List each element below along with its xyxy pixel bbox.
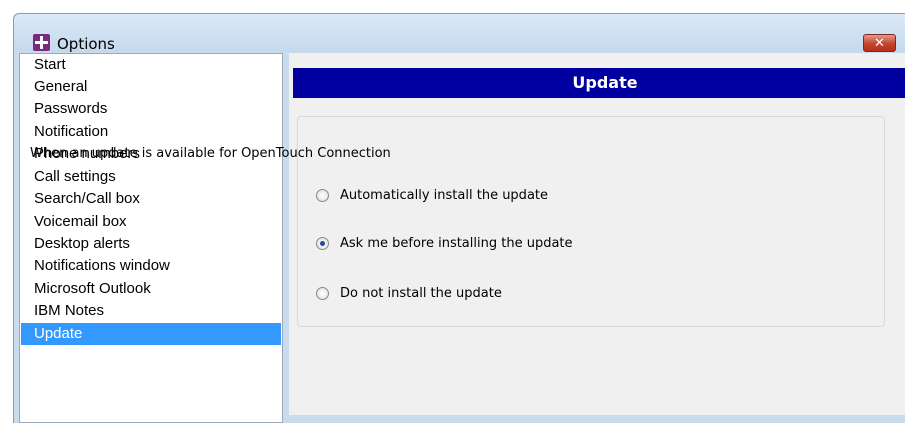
radio-button-icon[interactable] xyxy=(316,188,329,202)
sidebar-item-ibm-notes[interactable]: IBM Notes xyxy=(21,300,281,322)
radio-label[interactable]: Do not install the update xyxy=(340,286,502,301)
radio-label[interactable]: Automatically install the update xyxy=(340,188,548,203)
sidebar-item-call-settings[interactable]: Call settings xyxy=(21,166,281,188)
sidebar-item-notifications-window[interactable]: Notifications window xyxy=(21,255,281,277)
section-header: Update xyxy=(293,68,905,98)
app-icon xyxy=(33,34,50,51)
radio-button-checked-icon[interactable] xyxy=(316,236,329,250)
window-title: Options xyxy=(57,35,115,53)
radio-auto-install[interactable]: Automatically install the update xyxy=(316,186,548,204)
sidebar-item-update[interactable]: Update xyxy=(21,323,281,345)
sidebar-item-desktop-alerts[interactable]: Desktop alerts xyxy=(21,233,281,255)
close-button[interactable]: ✕ xyxy=(863,34,896,52)
sidebar-item-notification[interactable]: Notification xyxy=(21,121,281,143)
sidebar-item-start[interactable]: Start xyxy=(21,54,281,76)
radio-label[interactable]: Ask me before installing the update xyxy=(340,236,573,251)
title-bar[interactable]: Options ✕ xyxy=(14,14,905,53)
close-icon: ✕ xyxy=(874,35,885,50)
radio-button-icon[interactable] xyxy=(316,286,329,300)
sidebar-item-general[interactable]: General xyxy=(21,76,281,98)
radio-ask-before-install[interactable]: Ask me before installing the update xyxy=(316,234,573,252)
sidebar-item-search-call-box[interactable]: Search/Call box xyxy=(21,188,281,210)
radio-do-not-install[interactable]: Do not install the update xyxy=(316,284,502,302)
sidebar-item-passwords[interactable]: Passwords xyxy=(21,98,281,120)
options-category-list[interactable]: Start General Passwords Notification Pho… xyxy=(19,53,283,423)
update-prompt-text: When an update is available for OpenTouc… xyxy=(30,146,391,161)
sidebar-item-voicemail-box[interactable]: Voicemail box xyxy=(21,211,281,233)
sidebar-item-microsoft-outlook[interactable]: Microsoft Outlook xyxy=(21,278,281,300)
